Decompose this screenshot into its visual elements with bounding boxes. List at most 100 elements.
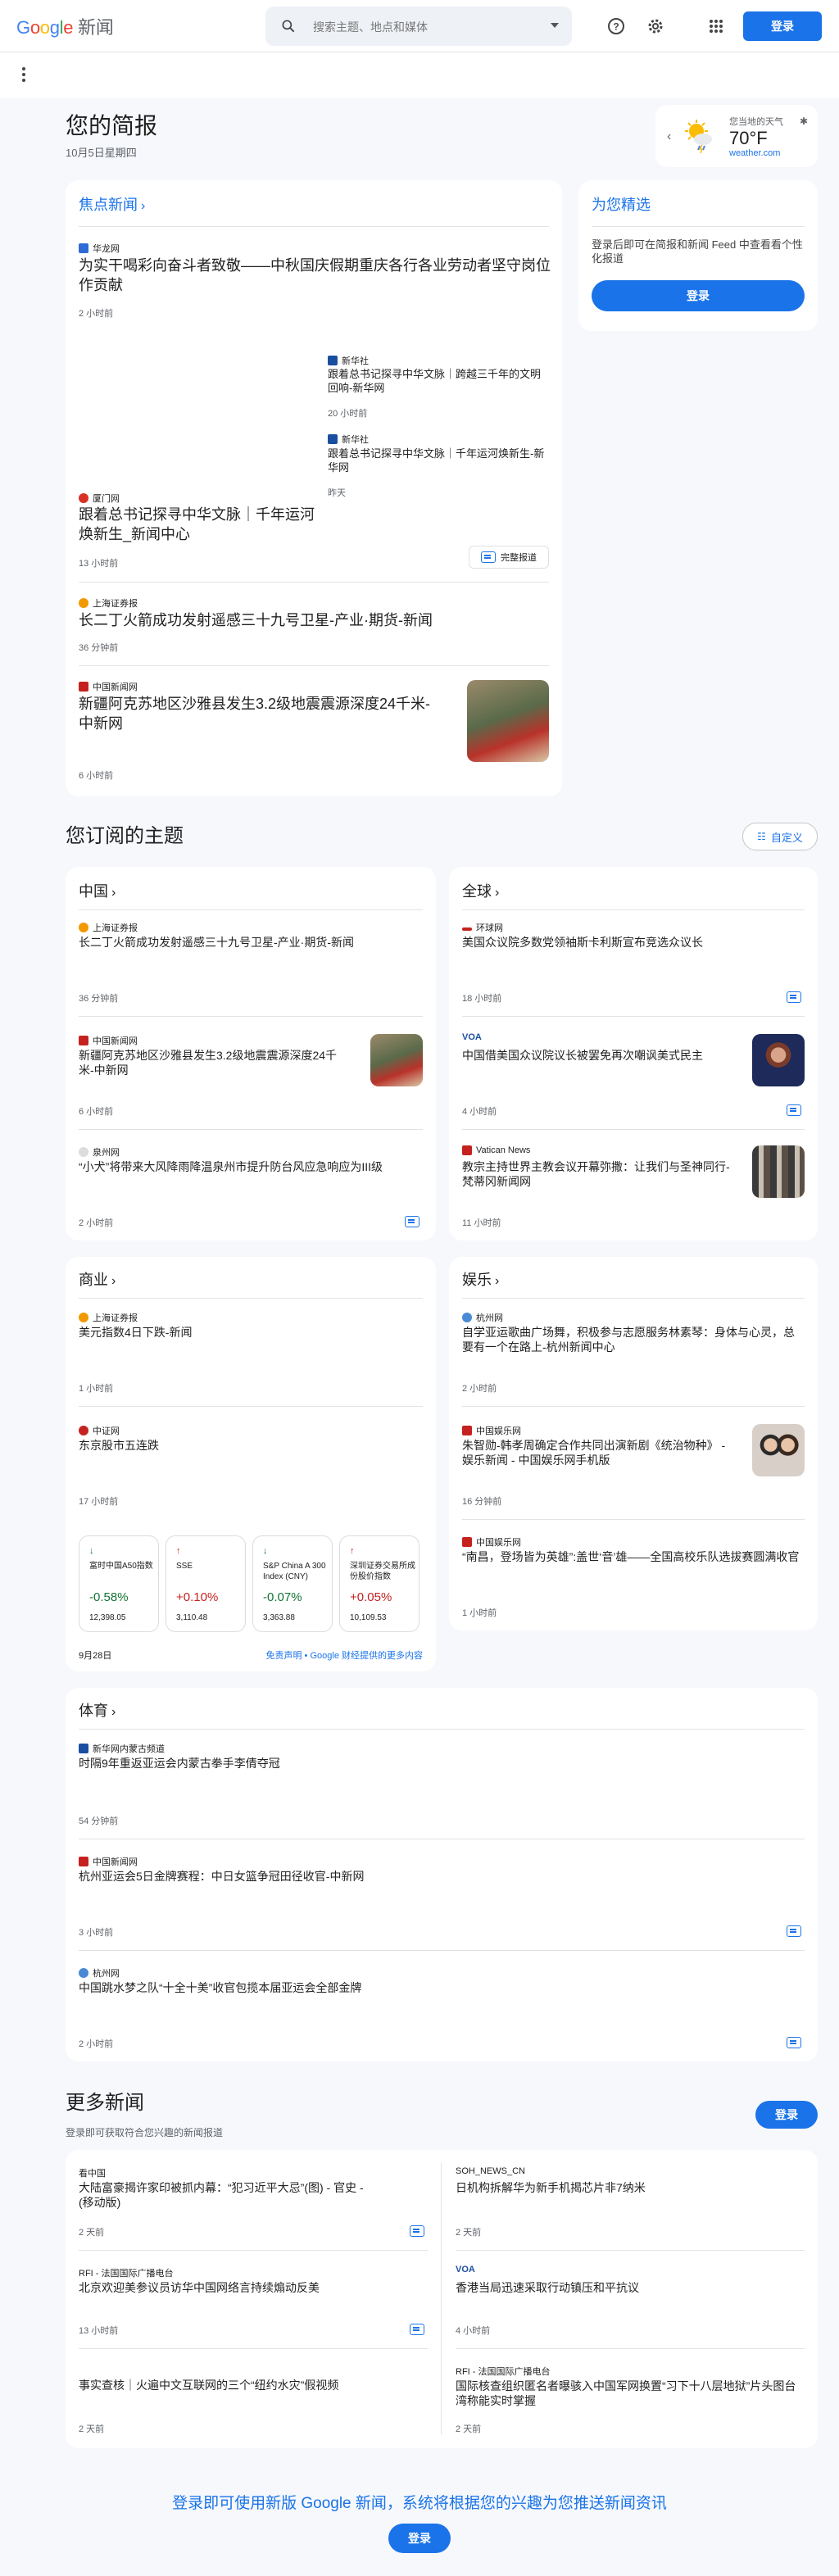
- story-headline[interactable]: 跟着总书记探寻中华文脉｜千年运河焕新生_新闻中心: [79, 506, 324, 545]
- story-headline[interactable]: 朱智勋-韩孝周确定合作共同出演新剧《统治物种》 - 娱乐新闻 - 中国娱乐网手机…: [462, 1438, 732, 1468]
- more-options-icon[interactable]: [21, 67, 26, 84]
- topic-title-china[interactable]: 中国 ›: [79, 880, 116, 901]
- story-time: 2 天前: [456, 2228, 482, 2238]
- topic-title-business[interactable]: 商业 ›: [79, 1268, 116, 1290]
- full-coverage-button[interactable]: 完整报道: [469, 546, 549, 569]
- story-thumbnail-image[interactable]: [370, 1034, 423, 1086]
- topic-title-entertainment[interactable]: 娱乐 ›: [462, 1268, 499, 1290]
- settings-gear-icon[interactable]: [646, 16, 665, 36]
- divider: [79, 1406, 423, 1407]
- stock-value: 12,398.05: [89, 1613, 126, 1622]
- stock-card[interactable]: ↑ SSE +0.10% 3,110.48: [166, 1535, 246, 1632]
- help-icon[interactable]: ?: [606, 16, 626, 36]
- story-time: 2 小时前: [79, 2039, 114, 2049]
- story-time: 1 小时前: [79, 1384, 114, 1394]
- story-thumbnail-image[interactable]: [752, 1424, 805, 1476]
- stock-card[interactable]: ↑ 深圳证券交易所成份股价指数 +0.05% 10,109.53: [339, 1535, 420, 1632]
- stock-down-arrow-icon: ↓: [263, 1546, 268, 1556]
- weather-source-link[interactable]: weather.com: [729, 148, 780, 158]
- story-headline[interactable]: 杭州亚运会5日金牌赛程：中日女篮争冠田径收官-中新网: [79, 1869, 800, 1884]
- publisher-icon: [79, 1313, 88, 1322]
- story-headline[interactable]: 为实干喝彩向奋斗者致敬——中秋国庆假期重庆各行各业劳动者坚守岗位作贡献: [79, 256, 554, 296]
- topic-title-world[interactable]: 全球 ›: [462, 880, 499, 901]
- story-headline[interactable]: 长二丁火箭成功发射遥感三十九号卫星-产业·期货-新闻: [79, 935, 423, 950]
- topic-title-text: 娱乐: [462, 1272, 492, 1288]
- story-headline[interactable]: 跟着总书记探寻中华文脉｜跨越三千年的文明回响-新华网: [328, 367, 549, 395]
- full-coverage-icon[interactable]: [405, 1216, 420, 1227]
- story-time: 2 天前: [456, 2424, 482, 2434]
- story-headline[interactable]: 中国跳水梦之队“十全十美”收官包揽本届亚运会全部金牌: [79, 1980, 800, 1995]
- full-coverage-icon[interactable]: [787, 1925, 801, 1937]
- sign-in-button[interactable]: 登录: [743, 11, 822, 41]
- story-headline[interactable]: 美元指数4日下跌-新闻: [79, 1325, 423, 1340]
- apps-grid-icon[interactable]: [706, 16, 726, 36]
- story-headline[interactable]: 跟着总书记探寻中华文脉｜千年运河焕新生-新华网: [328, 447, 549, 474]
- story-headline[interactable]: 国际核查组织匿名者曝骇入中国军网换置“习下十八层地狱”片头图台湾称能实时掌握: [456, 2379, 800, 2409]
- story-headline[interactable]: 教宗主持世界主教会议开幕弥撒：让我们与圣神同行- 梵蒂冈新闻网: [462, 1159, 741, 1190]
- source-label: 新华社: [328, 433, 369, 446]
- finance-disclaimer-link[interactable]: 免责声明 • Google 财经提供的更多内容: [251, 1649, 424, 1662]
- story-headline[interactable]: 自学亚运歌曲广场舞，积极参与志愿服务林素琴：身体与心灵，总要有一个在路上-杭州新…: [462, 1325, 805, 1355]
- story-headline[interactable]: 时隔9年重返亚运会内蒙古拳手李倩夺冠: [79, 1756, 800, 1771]
- source-logo: VOA: [462, 1032, 482, 1042]
- story-thumbnail-image[interactable]: [752, 1034, 805, 1086]
- search-dropdown-icon[interactable]: [551, 23, 559, 28]
- briefing-date: 10月5日星期四: [66, 147, 137, 159]
- source-label: 上海证券报: [79, 1311, 138, 1324]
- more-news-sign-in-button[interactable]: 登录: [755, 2101, 818, 2129]
- source-name: RFI - 法国国际广播电台: [79, 2269, 174, 2279]
- story-time: 18 小时前: [462, 994, 502, 1004]
- story-headline[interactable]: 长二丁火箭成功发射遥感三十九号卫星-产业·期货-新闻: [79, 611, 554, 631]
- stock-card[interactable]: ↓ S&P China A 300 Index (CNY) -0.07% 3,363.…: [252, 1535, 333, 1632]
- story-headline[interactable]: 事实查核｜火遍中文互联网的三个“纽约水灾”假视频: [79, 2378, 374, 2392]
- full-coverage-icon[interactable]: [787, 1104, 801, 1116]
- topic-title-sports[interactable]: 体育 ›: [79, 1699, 116, 1721]
- story-headline[interactable]: 美国众议院多数党领袖斯卡利斯宣布竞选众议长: [462, 935, 805, 950]
- footer-sign-in-button[interactable]: 登录: [388, 2524, 451, 2553]
- chevron-left-icon[interactable]: ‹: [667, 129, 671, 144]
- stock-card[interactable]: ↓ 富时中国A50指数 -0.58% 12,398.05: [79, 1535, 159, 1632]
- divider: [79, 1129, 423, 1130]
- search-input[interactable]: 搜索主题、地点和媒体: [313, 19, 428, 35]
- story-thumbnail-image[interactable]: [752, 1145, 805, 1198]
- story-headline[interactable]: 新疆阿克苏地区沙雅县发生3.2级地震震源深度24千米-中新网: [79, 1048, 349, 1078]
- publisher-icon: [79, 1036, 88, 1045]
- publisher-icon: [79, 923, 88, 932]
- top-stories-title-text: 焦点新闻: [79, 197, 138, 213]
- story-headline[interactable]: 香港当局迅速采取行动镇压和平抗议: [456, 2280, 800, 2295]
- story-headline[interactable]: “南昌，登场皆为英雄”:盖世‘音’雄——全国高校乐队选拔赛圆满收官: [462, 1549, 805, 1564]
- weather-widget[interactable]: ‹ 您当地的天气 70°F weather.com ✱: [655, 105, 818, 167]
- story-thumbnail-image[interactable]: [467, 680, 549, 762]
- full-coverage-icon[interactable]: [787, 991, 801, 1003]
- google-news-logo[interactable]: Google 新闻: [16, 13, 114, 39]
- divider: [79, 665, 549, 666]
- full-coverage-icon: [481, 551, 496, 563]
- story-headline[interactable]: 大陆富豪揭许家印被抓内幕：“犯习近平大忌”(图) - 官史 -(移动版): [79, 2180, 374, 2211]
- story-headline[interactable]: 东京股市五连跌: [79, 1438, 423, 1453]
- full-coverage-icon[interactable]: [410, 2324, 424, 2335]
- story-headline[interactable]: 中国借美国众议院议长被罢免再次嘲讽美式民主: [462, 1048, 732, 1063]
- story-time: 13 小时前: [79, 2326, 119, 2336]
- story-headline[interactable]: 日机构拆解华为新手机揭芯片非7纳米: [456, 2180, 800, 2195]
- weather-settings-icon[interactable]: ✱: [800, 116, 808, 127]
- customize-button[interactable]: ☷ 自定义: [742, 823, 818, 850]
- weather-temp: 70°F: [729, 128, 768, 148]
- top-stories-title[interactable]: 焦点新闻 ›: [79, 193, 145, 215]
- source-label: 杭州网: [79, 1966, 120, 1980]
- story-headline[interactable]: 北京欢迎美参议员访华中国网络言持续煽动反美: [79, 2280, 374, 2295]
- story-time: 54 分钟前: [79, 1816, 119, 1826]
- story-time: 1 小时前: [462, 1608, 497, 1618]
- search-box[interactable]: 搜索主题、地点和媒体: [265, 7, 572, 46]
- full-coverage-icon[interactable]: [787, 2037, 801, 2048]
- full-coverage-icon[interactable]: [410, 2225, 424, 2237]
- divider: [79, 582, 549, 583]
- secondary-bar: [0, 52, 839, 98]
- divider: [79, 1016, 423, 1017]
- story-headline[interactable]: 新疆阿克苏地区沙雅县发生3.2级地震震源深度24千米-中新网: [79, 695, 439, 734]
- source-name: 华龙网: [93, 244, 120, 254]
- source-label: 环球网: [462, 921, 503, 934]
- divider: [456, 2348, 805, 2349]
- picks-sign-in-button[interactable]: 登录: [592, 280, 805, 311]
- story-headline[interactable]: “小犬”将带来大风降雨降温泉州市提升防台风应急响应为III级: [79, 1159, 423, 1174]
- topic-title-text: 体育: [79, 1703, 108, 1719]
